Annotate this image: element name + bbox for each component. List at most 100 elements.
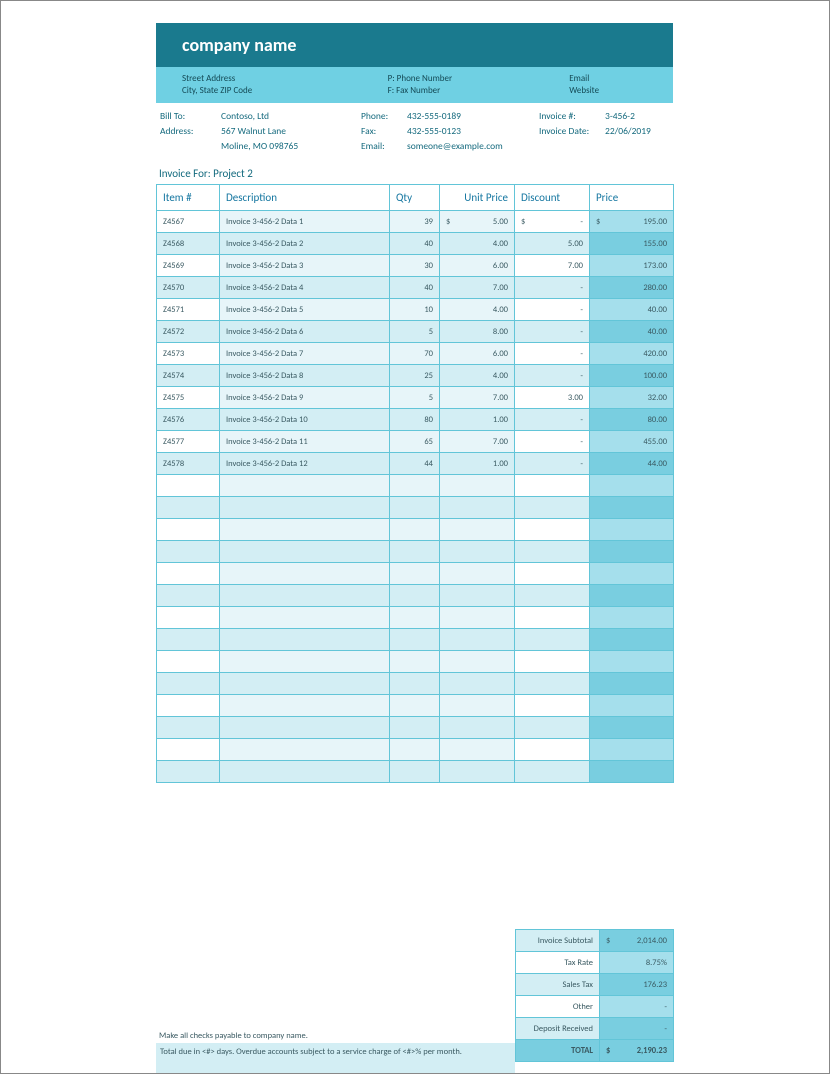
cell-qty: 5 <box>390 321 440 343</box>
invoice-info: Bill To: Contoso, Ltd Phone: 432-555-018… <box>156 109 673 154</box>
company-name: company name <box>182 34 297 56</box>
table-row-empty <box>157 673 674 695</box>
cell-qty: 80 <box>390 409 440 431</box>
table-row-empty <box>157 761 674 783</box>
phone-label: Phone: <box>361 109 407 124</box>
phone-value: 432-555-0189 <box>407 109 539 124</box>
cell-price: 40.00 <box>590 299 674 321</box>
total-label: TOTAL <box>516 1040 600 1062</box>
cell-disc: 5.00 <box>515 233 590 255</box>
cell-disc: 7.00 <box>515 255 590 277</box>
table-row-empty <box>157 541 674 563</box>
cell-price: 32.00 <box>590 387 674 409</box>
company-web-block: Email Website <box>543 67 673 103</box>
cell-disc: - <box>515 343 590 365</box>
cell-item: Z4572 <box>157 321 220 343</box>
summary-total-row: TOTAL$2,190.23 <box>516 1040 674 1062</box>
cell-disc: - <box>515 409 590 431</box>
col-qty: Qty <box>390 185 440 211</box>
cell-item: Z4575 <box>157 387 220 409</box>
invoice-for-value: Project 2 <box>213 167 253 180</box>
note-terms: Total due in <#> days. Overdue accounts … <box>156 1043 515 1073</box>
company-subheader: Street Address City, State ZIP Code P: P… <box>156 67 673 103</box>
invoice-for-label: Invoice For: <box>159 167 213 180</box>
summary-value: 8.75% <box>600 952 674 974</box>
email-label: Email: <box>361 139 407 154</box>
cell-unit: 7.00 <box>440 277 515 299</box>
cell-unit: 6.00 <box>440 343 515 365</box>
cell-disc: - <box>515 453 590 475</box>
summary-value: - <box>600 996 674 1018</box>
cell-desc: Invoice 3-456-2 Data 9 <box>220 387 390 409</box>
summary-row: Deposit Received- <box>516 1018 674 1040</box>
cell-desc: Invoice 3-456-2 Data 7 <box>220 343 390 365</box>
summary-row: Other- <box>516 996 674 1018</box>
address-label: Address: <box>156 124 221 139</box>
table-row: Z4575Invoice 3-456-2 Data 957.003.0032.0… <box>157 387 674 409</box>
cell-unit: 6.00 <box>440 255 515 277</box>
cell-disc: - <box>515 321 590 343</box>
cell-price: 40.00 <box>590 321 674 343</box>
table-row: Z4571Invoice 3-456-2 Data 5104.00-40.00 <box>157 299 674 321</box>
cell-unit: 4.00 <box>440 365 515 387</box>
cell-unit: 1.00 <box>440 409 515 431</box>
cell-item: Z4573 <box>157 343 220 365</box>
table-row-empty <box>157 607 674 629</box>
cell-qty: 40 <box>390 277 440 299</box>
cell-qty: 39 <box>390 211 440 233</box>
cell-desc: Invoice 3-456-2 Data 8 <box>220 365 390 387</box>
cell-price: 173.00 <box>590 255 674 277</box>
table-row: Z4567Invoice 3-456-2 Data 139$5.00$-$195… <box>157 211 674 233</box>
email-value: someone@example.com <box>407 139 539 154</box>
cell-item: Z4577 <box>157 431 220 453</box>
cell-unit: 8.00 <box>440 321 515 343</box>
summary-value: $2,014.00 <box>600 930 674 952</box>
summary-row: Tax Rate8.75% <box>516 952 674 974</box>
table-row-empty <box>157 651 674 673</box>
cell-item: Z4578 <box>157 453 220 475</box>
col-desc: Description <box>220 185 390 211</box>
cell-qty: 65 <box>390 431 440 453</box>
table-row: Z4568Invoice 3-456-2 Data 2404.005.00155… <box>157 233 674 255</box>
billto-value: Contoso, Ltd <box>221 109 361 124</box>
invdate-label: Invoice Date: <box>539 124 605 139</box>
cell-unit: $5.00 <box>440 211 515 233</box>
cell-price: 280.00 <box>590 277 674 299</box>
table-row: Z4572Invoice 3-456-2 Data 658.00-40.00 <box>157 321 674 343</box>
summary-label: Tax Rate <box>516 952 600 974</box>
table-row: Z4578Invoice 3-456-2 Data 12441.00-44.00 <box>157 453 674 475</box>
cell-disc: $- <box>515 211 590 233</box>
cell-item: Z4569 <box>157 255 220 277</box>
company-city: City, State ZIP Code <box>182 85 362 97</box>
company-phone: P: Phone Number <box>388 73 544 85</box>
table-row-empty <box>157 475 674 497</box>
summary-row: Invoice Subtotal$2,014.00 <box>516 930 674 952</box>
summary-value: - <box>600 1018 674 1040</box>
company-address-block: Street Address City, State ZIP Code <box>156 67 362 103</box>
table-row-empty <box>157 695 674 717</box>
company-web: Website <box>569 85 673 97</box>
cell-unit: 7.00 <box>440 387 515 409</box>
cell-desc: Invoice 3-456-2 Data 11 <box>220 431 390 453</box>
summary-value: 176.23 <box>600 974 674 996</box>
cell-desc: Invoice 3-456-2 Data 2 <box>220 233 390 255</box>
table-row: Z4573Invoice 3-456-2 Data 7706.00-420.00 <box>157 343 674 365</box>
cell-price: $195.00 <box>590 211 674 233</box>
note-payable: Make all checks payable to company name. <box>159 1031 515 1041</box>
table-row-empty <box>157 563 674 585</box>
cell-disc: 3.00 <box>515 387 590 409</box>
cell-desc: Invoice 3-456-2 Data 4 <box>220 277 390 299</box>
fax-value: 432-555-0123 <box>407 124 539 139</box>
table-row: Z4574Invoice 3-456-2 Data 8254.00-100.00 <box>157 365 674 387</box>
cell-item: Z4571 <box>157 299 220 321</box>
cell-desc: Invoice 3-456-2 Data 1 <box>220 211 390 233</box>
company-phone-block: P: Phone Number F: Fax Number <box>362 67 544 103</box>
cell-desc: Invoice 3-456-2 Data 5 <box>220 299 390 321</box>
total-value: $2,190.23 <box>600 1040 674 1062</box>
cell-qty: 44 <box>390 453 440 475</box>
cell-qty: 10 <box>390 299 440 321</box>
cell-price: 100.00 <box>590 365 674 387</box>
table-row: Z4570Invoice 3-456-2 Data 4407.00-280.00 <box>157 277 674 299</box>
cell-desc: Invoice 3-456-2 Data 10 <box>220 409 390 431</box>
cell-qty: 5 <box>390 387 440 409</box>
